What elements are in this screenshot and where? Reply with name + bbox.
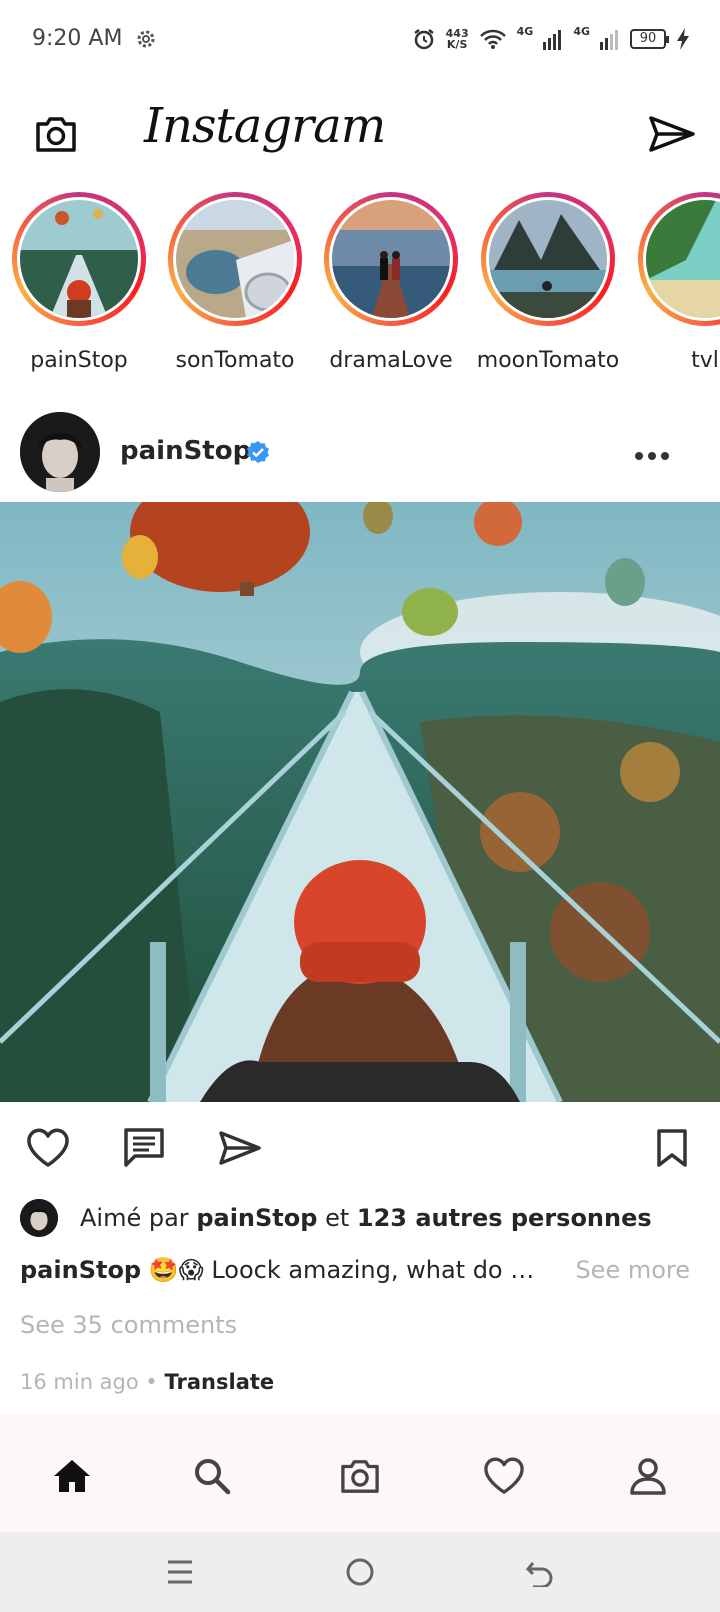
network-speed: 443 K/S — [446, 28, 469, 50]
battery-indicator: 90 — [630, 29, 669, 49]
post-time: 16 min ago — [20, 1370, 139, 1394]
heart-icon — [484, 1457, 524, 1494]
menu-icon — [168, 1560, 192, 1584]
story-item[interactable]: sonTomato — [160, 192, 310, 373]
comment-button[interactable] — [120, 1124, 168, 1172]
settings-gear-icon — [137, 30, 155, 48]
signal-icon-2 — [600, 30, 618, 50]
status-time: 9:20 AM — [32, 26, 123, 51]
heart-icon — [27, 1128, 69, 1167]
liked-user[interactable]: painStop — [196, 1204, 317, 1232]
story-ring — [324, 192, 458, 326]
story-label: tvl — [691, 348, 719, 373]
camera-icon — [341, 1460, 379, 1493]
story-avatar — [332, 200, 450, 318]
bookmark-icon — [657, 1129, 687, 1167]
story-item[interactable]: dramaLove — [316, 192, 466, 373]
camera-icon — [36, 117, 76, 152]
circle-home-icon — [346, 1558, 374, 1586]
story-item[interactable]: moonTomato — [473, 192, 623, 373]
caption-row: painStop 🤩😱 Loock amazing, what do … See… — [20, 1250, 710, 1290]
home-button[interactable] — [340, 1554, 380, 1590]
liked-others[interactable]: 123 autres personnes — [357, 1204, 652, 1232]
liked-joiner: et — [325, 1204, 350, 1232]
post-image[interactable] — [0, 502, 720, 1102]
wifi-icon — [479, 29, 506, 49]
liker-avatar — [20, 1199, 58, 1237]
post-header: painStop — [0, 410, 720, 496]
post-author-avatar[interactable] — [20, 412, 100, 492]
story-label: sonTomato — [175, 348, 295, 373]
view-comments-link[interactable]: See 35 comments — [20, 1311, 237, 1339]
nav-activity[interactable] — [480, 1452, 528, 1500]
back-arrow-icon — [525, 1562, 553, 1587]
story-ring — [481, 192, 615, 326]
verified-badge-icon — [247, 441, 269, 463]
nav-home[interactable] — [48, 1452, 96, 1500]
search-icon — [195, 1459, 231, 1495]
caption-username[interactable]: painStop — [20, 1256, 141, 1284]
story-ring — [168, 192, 302, 326]
like-button[interactable] — [24, 1124, 72, 1172]
signal-icon-1 — [543, 30, 562, 50]
post-meta: 16 min ago • Translate — [20, 1370, 274, 1394]
story-item[interactable]: tvl — [630, 192, 720, 373]
network-type-1: 4G — [516, 24, 534, 38]
comment-icon — [124, 1128, 164, 1167]
liked-prefix: Aimé par — [80, 1204, 189, 1232]
system-navigation-bar — [0, 1532, 720, 1612]
translate-link[interactable]: Translate — [165, 1370, 275, 1394]
profile-icon — [630, 1458, 666, 1495]
caption-emojis: 🤩😱 — [148, 1256, 204, 1284]
recents-button[interactable] — [160, 1554, 200, 1590]
home-icon — [54, 1460, 90, 1492]
see-more-link[interactable]: See more — [575, 1256, 690, 1284]
nav-profile[interactable] — [624, 1452, 672, 1500]
share-button[interactable] — [216, 1124, 264, 1172]
story-avatar — [489, 200, 607, 318]
save-button[interactable] — [648, 1124, 696, 1172]
send-icon — [649, 116, 695, 152]
direct-message-button[interactable] — [644, 108, 700, 160]
story-label: dramaLove — [329, 348, 453, 373]
charging-bolt-icon — [677, 28, 689, 50]
post-author-username[interactable]: painStop — [120, 436, 251, 466]
back-button[interactable] — [520, 1554, 560, 1590]
post-options-button[interactable] — [634, 446, 670, 465]
story-ring — [12, 192, 146, 326]
caption-text: Loock amazing, what do … — [211, 1256, 535, 1284]
likes-summary[interactable]: Aimé par painStop et 123 autres personne… — [20, 1198, 652, 1238]
status-indicators: 443 K/S 4G 4G 90 — [412, 24, 690, 54]
meta-separator: • — [145, 1370, 158, 1394]
story-ring — [638, 192, 720, 326]
speed-unit: K/S — [446, 38, 468, 51]
instagram-logo: Instagram — [144, 98, 386, 154]
story-avatar — [176, 200, 294, 318]
story-label: painStop — [30, 348, 128, 373]
alarm-icon — [413, 29, 434, 50]
story-label: moonTomato — [476, 348, 620, 373]
nav-camera[interactable] — [336, 1452, 384, 1500]
stories-row[interactable]: painStop sonTomato dramaLove moonTomato … — [0, 192, 720, 392]
status-bar: 9:20 AM 443 K/S 4G 4G 90 — [0, 0, 720, 80]
network-type-2: 4G — [573, 24, 590, 38]
more-options-icon — [635, 452, 669, 460]
camera-button[interactable] — [30, 108, 82, 160]
send-icon — [219, 1131, 261, 1165]
bottom-navigation — [0, 1414, 720, 1532]
story-item[interactable]: painStop — [4, 192, 154, 373]
story-avatar — [20, 200, 138, 318]
post-actions — [0, 1120, 720, 1180]
nav-search[interactable] — [188, 1452, 236, 1500]
story-avatar — [646, 200, 720, 318]
